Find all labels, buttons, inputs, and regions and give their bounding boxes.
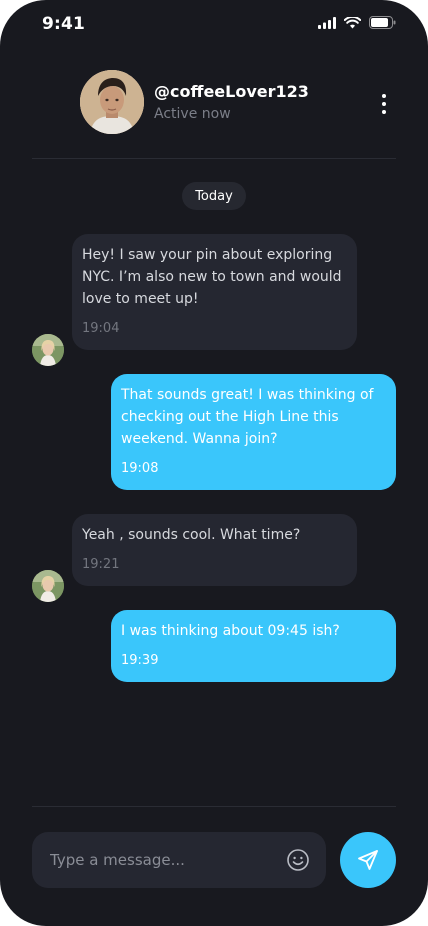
message-text: I was thinking about 09:45 ish? [121, 623, 340, 639]
avatar-image [32, 570, 64, 602]
message-composer [32, 832, 326, 888]
message-time: 19:08 [121, 461, 159, 476]
message-time: 19:04 [82, 321, 120, 336]
more-vertical-icon [382, 94, 386, 98]
signal-icon [318, 16, 336, 29]
contact-username: @coffeeLover123 [154, 82, 309, 101]
date-separator: Today [182, 182, 246, 210]
message-time: 19:21 [82, 557, 120, 572]
message-bubble-outgoing[interactable]: That sounds great! I was thinking of che… [111, 374, 396, 490]
send-icon [358, 850, 378, 870]
emoji-smile-icon[interactable] [286, 848, 310, 872]
more-options-button[interactable] [372, 84, 396, 124]
message-text: Hey! I saw your pin about exploring NYC.… [82, 247, 342, 307]
status-bar: 9:41 [0, 0, 428, 50]
message-bubble-incoming[interactable]: Hey! I saw your pin about exploring NYC.… [72, 234, 357, 350]
status-icons [318, 16, 396, 29]
message-bubble-outgoing[interactable]: I was thinking about 09:45 ish? 19:39 [111, 610, 396, 682]
message-text: Yeah , sounds cool. What time? [82, 527, 301, 543]
contact-status: Active now [154, 106, 231, 122]
status-time: 9:41 [42, 14, 86, 34]
chat-screen: 9:41 @coffeeLover123 Active now Today He… [0, 0, 428, 926]
avatar-image [32, 334, 64, 366]
message-text: That sounds great! I was thinking of che… [121, 387, 374, 447]
sender-avatar[interactable] [32, 334, 64, 366]
composer-divider [32, 806, 396, 807]
sender-avatar[interactable] [32, 570, 64, 602]
contact-avatar[interactable] [80, 70, 144, 134]
header-divider [32, 158, 396, 159]
message-input[interactable] [48, 850, 278, 870]
message-bubble-incoming[interactable]: Yeah , sounds cool. What time? 19:21 [72, 514, 357, 586]
avatar-image [80, 70, 144, 134]
chat-header: @coffeeLover123 Active now [32, 70, 396, 138]
wifi-icon [344, 16, 361, 28]
message-time: 19:39 [121, 653, 159, 668]
battery-icon [369, 16, 396, 29]
more-vertical-icon-dot [382, 102, 386, 106]
send-button[interactable] [340, 832, 396, 888]
more-vertical-icon-dot [382, 110, 386, 114]
